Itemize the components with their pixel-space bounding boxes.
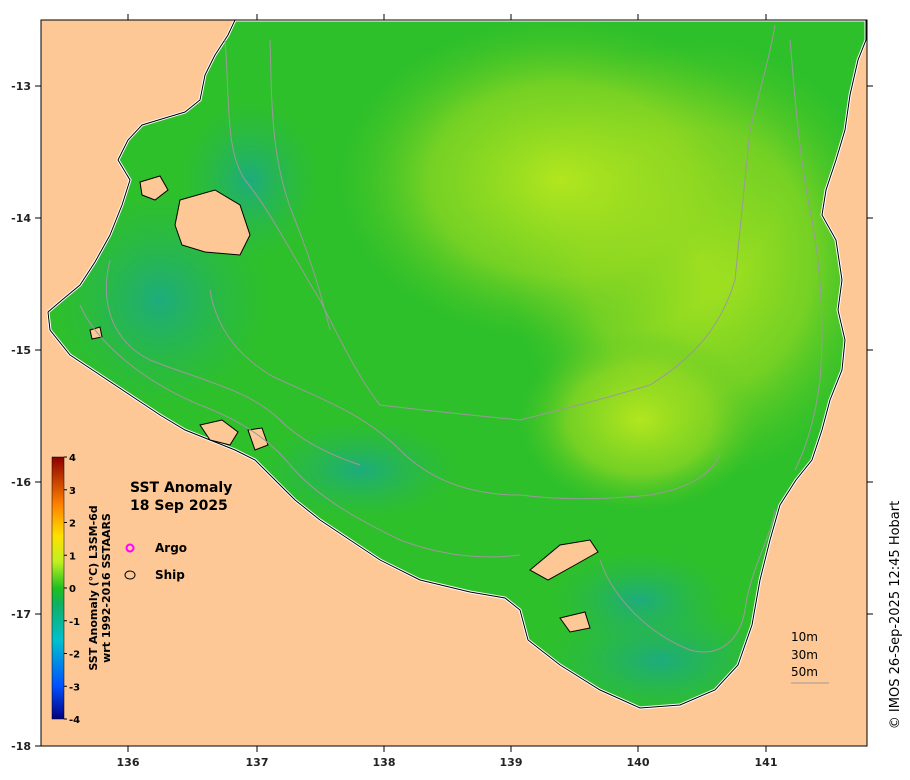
colorbar-gradient <box>51 456 65 720</box>
colorbar-tick-label: 4 <box>69 453 76 464</box>
longitude-tick-labels: 136 137 138 139 140 141 <box>117 756 778 769</box>
colorbar-tick-label: -3 <box>69 682 80 693</box>
colorbar-tick-label: 0 <box>69 584 76 595</box>
colorbar-tick-label: -2 <box>69 650 80 661</box>
latitude-tick-labels: -13 -14 -15 -16 -17 -18 <box>11 80 31 753</box>
colorbar-tick-label: 3 <box>69 486 76 497</box>
map-date: 18 Sep 2025 <box>130 498 228 514</box>
lat-tick-label: -15 <box>11 344 31 357</box>
legend-argo-label: Argo <box>155 541 187 555</box>
lat-tick-label: -18 <box>11 740 31 753</box>
lon-tick-label: 140 <box>627 756 650 769</box>
imos-credit: © IMOS 26-Sep-2025 12:45 Hobart <box>888 501 903 729</box>
depth-label-50m: 50m <box>791 665 818 679</box>
legend-ship-label: Ship <box>155 568 185 582</box>
lat-tick-label: -13 <box>11 80 31 93</box>
depth-label-30m: 30m <box>791 648 818 662</box>
map-figure: 136 137 138 139 140 141 -13 -14 -15 -16 … <box>11 14 903 769</box>
lon-tick-label: 136 <box>117 756 140 769</box>
colorbar-tick-label: -1 <box>69 617 80 628</box>
lat-tick-label: -16 <box>11 476 31 489</box>
lon-tick-label: 139 <box>500 756 523 769</box>
lat-tick-label: -14 <box>11 212 31 225</box>
lon-tick-label: 141 <box>755 756 778 769</box>
colorbar-title-line2: wrt 1992-2016 SSTAARS <box>100 513 113 663</box>
depth-label-10m: 10m <box>791 630 818 644</box>
lat-tick-label: -17 <box>11 608 31 621</box>
lon-tick-label: 138 <box>373 756 396 769</box>
colorbar-title-line1: SST Anomaly (°C) L3SM-6d <box>87 505 100 670</box>
colorbar-tick-label: -4 <box>69 715 80 726</box>
lon-tick-label: 137 <box>246 756 269 769</box>
colorbar-tick-label: 1 <box>69 551 76 562</box>
colorbar-tick-label: 2 <box>69 519 76 530</box>
map-title: SST Anomaly <box>130 480 232 496</box>
